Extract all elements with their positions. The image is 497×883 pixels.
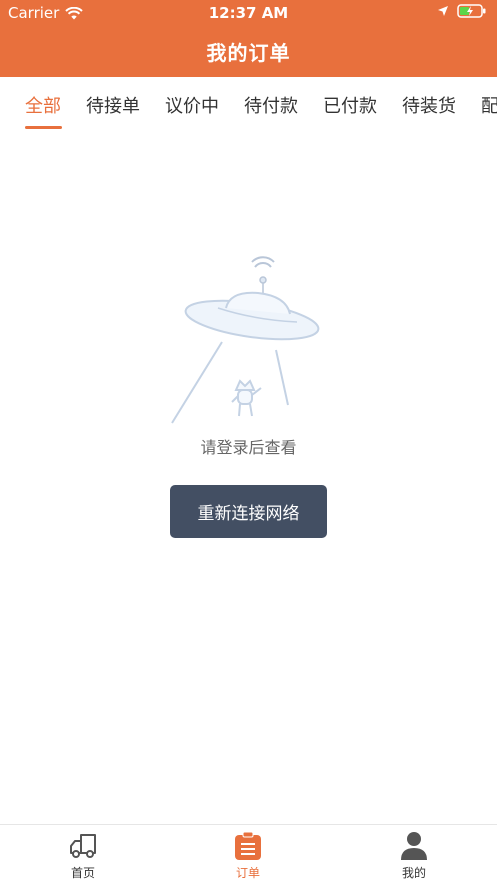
- order-status-tabs: 全部 待接单 议价中 待付款 已付款 待装货 配: [0, 77, 497, 131]
- active-tab-indicator: [25, 126, 62, 129]
- top-header: Carrier 12:37 AM 我的订单: [0, 0, 497, 77]
- battery-icon: [457, 4, 486, 18]
- tab-delivery-partial[interactable]: 配: [481, 92, 497, 118]
- tab-awaiting-acceptance[interactable]: 待接单: [86, 92, 140, 118]
- truck-icon: [70, 834, 96, 858]
- order-list-icon: [235, 831, 261, 860]
- empty-state-message: 请登录后查看: [200, 438, 297, 457]
- tabbar-orders[interactable]: 订单: [198, 831, 298, 881]
- status-time: 12:37 AM: [208, 4, 289, 22]
- tab-paid[interactable]: 已付款: [323, 92, 377, 118]
- page-title: 我的订单: [206, 41, 291, 65]
- user-icon: [401, 832, 427, 860]
- reconnect-network-button[interactable]: 重新连接网络: [170, 485, 327, 538]
- status-bar: Carrier 12:37 AM: [0, 0, 497, 26]
- tab-all[interactable]: 全部: [25, 92, 61, 118]
- location-arrow-icon: [438, 6, 448, 16]
- tabbar-orders-label: 订单: [235, 866, 260, 880]
- tabbar-home-label: 首页: [70, 866, 95, 880]
- tab-awaiting-payment[interactable]: 待付款: [244, 92, 298, 118]
- tab-negotiating[interactable]: 议价中: [165, 92, 219, 118]
- alien-figure: [231, 379, 262, 417]
- ufo-icon: [171, 256, 320, 424]
- bottom-tab-bar: 首页 订单 我的: [0, 824, 497, 883]
- tabbar-profile-label: 我的: [401, 866, 426, 880]
- tabbar-home[interactable]: 首页: [33, 831, 133, 881]
- tab-awaiting-loading[interactable]: 待装货: [402, 92, 456, 118]
- tabbar-profile[interactable]: 我的: [364, 831, 464, 881]
